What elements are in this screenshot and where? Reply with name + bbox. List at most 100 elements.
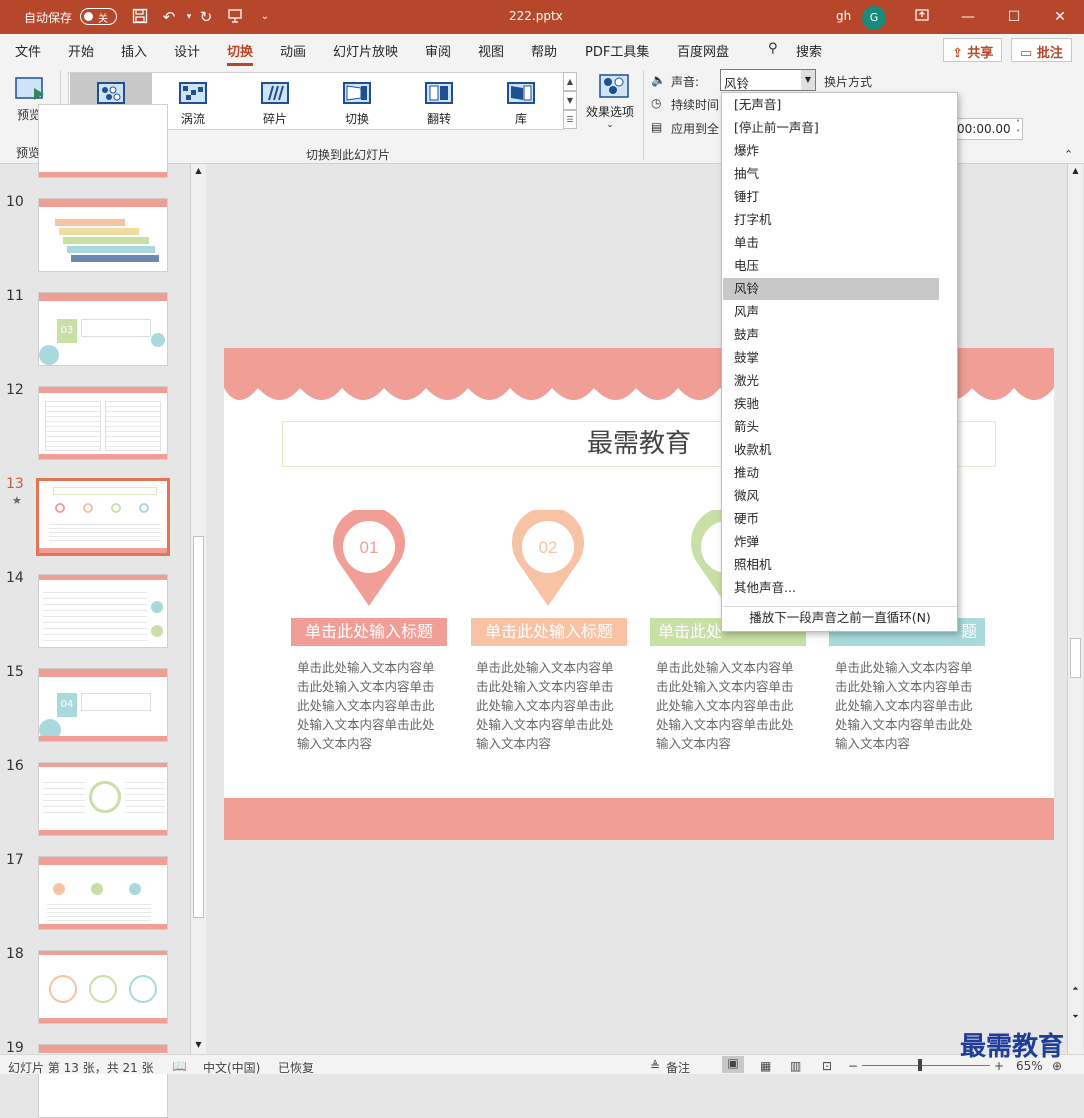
slide-thumbnail-16[interactable] — [38, 762, 168, 836]
sound-option[interactable]: 电压 — [723, 255, 939, 277]
pin-title-02[interactable]: 单击此处输入标题 — [471, 618, 627, 646]
sound-option[interactable]: 箭头 — [723, 416, 939, 438]
pin-title-01[interactable]: 单击此处输入标题 — [291, 618, 447, 646]
maximize-icon[interactable]: ☐ — [1002, 6, 1026, 28]
sound-option[interactable]: 硬币 — [723, 508, 939, 530]
sound-option[interactable]: 鼓掌 — [723, 347, 939, 369]
sound-option[interactable]: 锤打 — [723, 186, 939, 208]
save-icon[interactable] — [131, 8, 149, 26]
menu-home[interactable]: 开始 — [68, 41, 94, 60]
slide-thumbnail-13[interactable] — [36, 478, 170, 556]
zoom-out-icon[interactable]: − — [848, 1059, 858, 1073]
effect-options-button[interactable]: 效果选项 ⌄ — [582, 74, 638, 134]
menu-help[interactable]: 帮助 — [531, 41, 557, 60]
ribbon-display-icon[interactable] — [910, 6, 934, 28]
sound-option[interactable]: 照相机 — [723, 554, 939, 576]
sound-option[interactable]: 收款机 — [723, 439, 939, 461]
menu-design[interactable]: 设计 — [174, 41, 200, 60]
scroll-up-icon[interactable]: ▲ — [1068, 166, 1083, 175]
next-slide-icon[interactable]: ⏷ — [1068, 1012, 1083, 1022]
sound-option-highlighted[interactable]: 风铃 — [723, 278, 939, 300]
scroll-thumb[interactable] — [1070, 638, 1081, 678]
reading-view-icon[interactable]: ▥ — [790, 1059, 801, 1073]
autosave-toggle[interactable]: 关 — [80, 8, 117, 25]
share-button[interactable]: ⇪ 共享 — [943, 38, 1003, 62]
language-status[interactable]: 中文(中国) — [203, 1059, 260, 1076]
zoom-slider-thumb[interactable] — [918, 1059, 922, 1071]
sound-option[interactable]: 推动 — [723, 462, 939, 484]
undo-icon[interactable]: ↶ — [160, 8, 178, 26]
slide-thumbnail-12[interactable] — [38, 386, 168, 460]
loop-sound-option[interactable]: 播放下一段声音之前一直循环(N) — [723, 606, 957, 628]
slide-thumbnail-14[interactable] — [38, 574, 168, 648]
gallery-scroll-up-icon[interactable]: ▲ — [563, 72, 577, 91]
menu-baidu-disk[interactable]: 百度网盘 — [677, 41, 729, 60]
slide-thumbnail-9[interactable] — [38, 104, 168, 178]
collapse-ribbon-icon[interactable]: ⌃ — [1064, 148, 1073, 161]
sound-option[interactable]: 单击 — [723, 232, 939, 254]
apply-all-button[interactable]: 应用到全 — [671, 120, 719, 137]
menu-file[interactable]: 文件 — [15, 41, 41, 60]
sound-option[interactable]: 抽气 — [723, 163, 939, 185]
sound-option[interactable]: 打字机 — [723, 209, 939, 231]
slide-thumbnail-11[interactable]: 03 — [38, 292, 168, 366]
transition-gallery[interactable]: 库 — [480, 73, 562, 130]
spellcheck-icon[interactable]: 📖 — [172, 1059, 187, 1073]
scroll-down-icon[interactable]: ▼ — [191, 1040, 206, 1049]
sound-option-other[interactable]: 其他声音... — [723, 577, 939, 599]
sound-option[interactable]: 鼓声 — [723, 324, 939, 346]
avatar[interactable]: G — [862, 6, 886, 30]
slide-thumbnail-15[interactable]: 04 — [38, 668, 168, 742]
menu-insert[interactable]: 插入 — [121, 41, 147, 60]
transition-switch[interactable]: 切换 — [316, 73, 398, 130]
menu-slideshow[interactable]: 幻灯片放映 — [333, 41, 398, 60]
sound-option[interactable]: [无声音] — [723, 94, 939, 116]
gallery-more-icon[interactable]: ☰ — [563, 110, 577, 129]
search-label[interactable]: 搜索 — [796, 41, 822, 60]
undo-dropdown-icon[interactable]: ▾ — [180, 8, 198, 26]
minimize-icon[interactable]: — — [956, 6, 980, 28]
advance-time-stepper[interactable]: 00:00.00 ˄ ˅ — [955, 118, 1023, 140]
body-text-01[interactable]: 单击此处输入文本内容单 击此处输入文本内容单击 此处输入文本内容单击此 处输入文本内容… — [297, 658, 447, 753]
transition-flip[interactable]: 翻转 — [398, 73, 480, 130]
sound-option[interactable]: 炸弹 — [723, 531, 939, 553]
menu-review[interactable]: 审阅 — [425, 41, 451, 60]
body-text-03[interactable]: 单击此处输入文本内容单 击此处输入文本内容单击 此处输入文本内容单击此 处输入文本内容… — [656, 658, 806, 753]
editor-scrollbar[interactable]: ▲ ⏶ ⏷ — [1067, 164, 1083, 1054]
slide-thumbnail-18[interactable] — [38, 950, 168, 1024]
previous-slide-icon[interactable]: ⏶ — [1068, 984, 1083, 994]
transition-shred[interactable]: 碎片 — [234, 73, 316, 130]
gallery-scroll-down-icon[interactable]: ▼ — [563, 91, 577, 110]
scroll-up-icon[interactable]: ▲ — [191, 166, 206, 175]
sound-option[interactable]: [停止前一声音] — [723, 117, 939, 139]
close-icon[interactable]: ✕ — [1048, 6, 1072, 28]
menu-view[interactable]: 视图 — [478, 41, 504, 60]
resize-grip-icon[interactable]: ···· — [828, 627, 842, 636]
slide-thumbnail-10[interactable] — [38, 198, 168, 272]
normal-view-icon[interactable]: ▣ — [722, 1056, 744, 1073]
sound-option[interactable]: 微风 — [723, 485, 939, 507]
menu-transitions[interactable]: 切换 — [227, 41, 254, 66]
redo-icon[interactable]: ↻ — [197, 8, 215, 26]
sound-option[interactable]: 激光 — [723, 370, 939, 392]
slideshow-icon[interactable]: ⊡ — [822, 1059, 832, 1073]
menu-animations[interactable]: 动画 — [280, 41, 306, 60]
slide-sorter-icon[interactable]: ▦ — [760, 1059, 771, 1073]
slide-thumbnail-17[interactable] — [38, 856, 168, 930]
search-icon[interactable]: ⚲ — [768, 41, 778, 56]
sound-option[interactable]: 爆炸 — [723, 140, 939, 162]
notes-button[interactable]: 备注 — [666, 1059, 690, 1076]
sound-select[interactable]: 风铃 ▼ — [720, 69, 816, 91]
menu-pdf-tools[interactable]: PDF工具集 — [585, 41, 649, 60]
zoom-slider-track[interactable] — [862, 1065, 990, 1066]
thumbnail-scrollbar[interactable]: ▲ ▼ — [190, 164, 206, 1054]
user-name[interactable]: gh — [836, 9, 851, 23]
sound-option[interactable]: 疾驰 — [723, 393, 939, 415]
comment-button[interactable]: ▭ 批注 — [1011, 38, 1072, 62]
sound-option[interactable]: 风声 — [723, 301, 939, 323]
customize-toolbar-icon[interactable]: ⌄ — [256, 8, 274, 26]
scroll-thumb[interactable] — [193, 536, 204, 918]
present-icon[interactable] — [226, 8, 244, 26]
body-text-02[interactable]: 单击此处输入文本内容单 击此处输入文本内容单击 此处输入文本内容单击此 处输入文本内容… — [476, 658, 626, 753]
body-text-04[interactable]: 单击此处输入文本内容单 击此处输入文本内容单击 此处输入文本内容单击此 处输入文本内容… — [835, 658, 985, 753]
